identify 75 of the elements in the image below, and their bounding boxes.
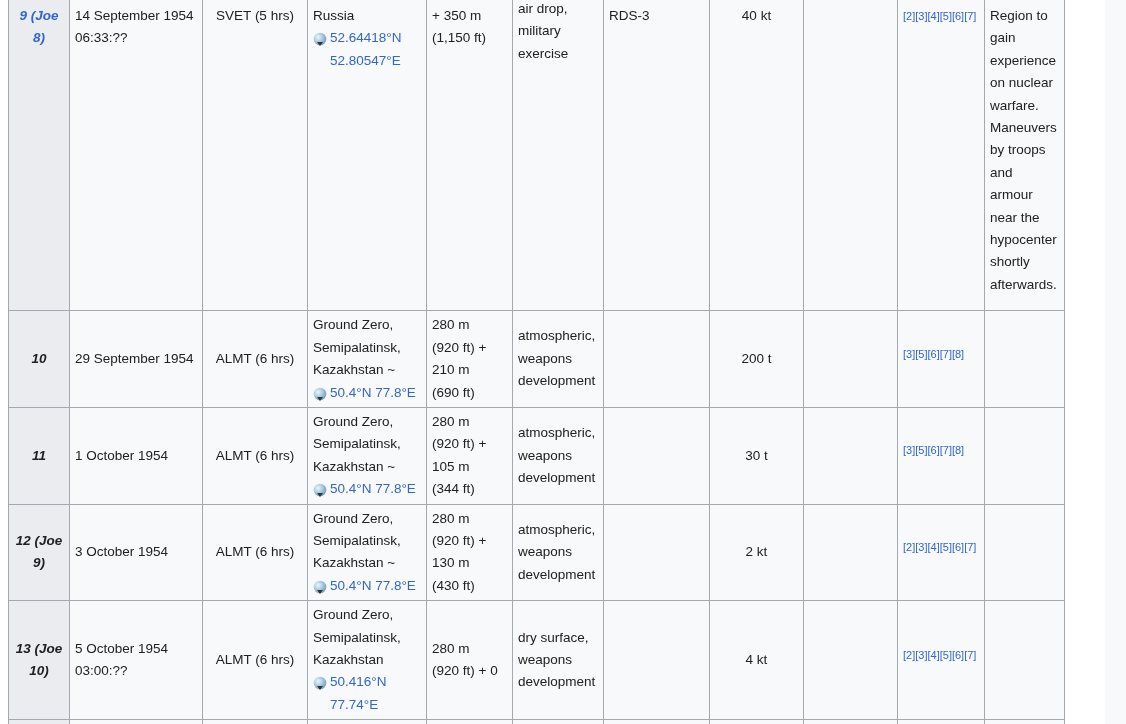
citation-link[interactable]: [5] <box>915 347 928 360</box>
citation-link[interactable]: [4] <box>927 540 940 553</box>
citation-link[interactable]: [7] <box>964 648 977 661</box>
yield-text: 2 kt <box>745 544 768 560</box>
citation-link[interactable]: [7] <box>939 444 952 457</box>
citation-link[interactable]: [7] <box>939 347 952 360</box>
test-number: 13 (Joe 10) <box>14 639 64 681</box>
date-text: 5 October 1954 03:00:?? <box>75 640 169 679</box>
elevation-text: 280 m (920 ft) + 210 m (690 ft) <box>432 317 487 400</box>
globe-icon <box>313 483 327 499</box>
citation-link[interactable]: [5] <box>939 10 952 22</box>
location-text: Ground Zero, Semipalatinsk, Kazakhstan <box>313 607 401 667</box>
citation-link[interactable]: [3] <box>915 648 928 661</box>
citation-link[interactable]: [2] <box>903 10 916 22</box>
time-zone-text: ALMT (6 hrs) <box>215 350 295 366</box>
coordinates-link[interactable]: 50.4°N 77.8°E <box>330 574 416 598</box>
test-number: 11 <box>31 446 47 465</box>
citation-link[interactable]: [3] <box>915 10 928 22</box>
coordinates-link[interactable]: 50.416°N 77.74°E <box>330 671 421 717</box>
globe-icon <box>313 676 327 692</box>
globe-icon <box>313 386 327 402</box>
location-text: Ground Zero, Semipalatinsk, Kazakhstan ~ <box>313 317 401 378</box>
time-zone-text: SVET (5 hrs) <box>216 8 294 23</box>
citation-link[interactable]: [7] <box>964 10 977 22</box>
elevation-text: 280 m (920 ft) + 105 m (344 ft) <box>432 413 487 497</box>
test-type-text: dry surface, weapons development <box>518 629 596 690</box>
citation-link[interactable]: [6] <box>951 648 965 661</box>
citation-link[interactable]: [6] <box>951 540 965 553</box>
citation-link[interactable]: [7] <box>964 540 977 553</box>
date-text: 29 September 1954 <box>75 350 194 366</box>
coordinates-link[interactable]: 52.64418°N 52.80547°E <box>330 27 421 73</box>
test-type-text: atmospheric, weapons development <box>518 521 596 582</box>
citation-link[interactable]: [5] <box>915 444 928 457</box>
device-text: RDS-3 <box>609 8 650 23</box>
yield-text: 4 kt <box>745 651 768 667</box>
citation-link[interactable]: [2] <box>903 648 916 661</box>
yield-text: 30 t <box>745 447 768 463</box>
yield-text: 40 kt <box>741 8 772 23</box>
elevation-text: 280 m (920 ft) + 0 <box>432 640 498 679</box>
coordinates-link[interactable]: 50.4°N 77.8°E <box>330 478 416 501</box>
citation-link[interactable]: [6] <box>927 444 940 457</box>
time-zone-text: ALMT (6 hrs) <box>215 447 295 463</box>
citation-link[interactable]: [2] <box>903 540 916 553</box>
location-text: Russia <box>313 8 355 23</box>
citation-link[interactable]: [8] <box>951 444 965 457</box>
test-number: 10 <box>30 349 48 368</box>
citation-link[interactable]: [8] <box>951 347 965 360</box>
location-text: Ground Zero, Semipalatinsk, Kazakhstan ~ <box>313 413 401 474</box>
elevation-text: 280 m (920 ft) + 130 m (430 ft) <box>432 510 487 593</box>
globe-icon <box>313 32 327 48</box>
citation-link[interactable]: [3] <box>903 444 916 457</box>
citation-link[interactable]: [4] <box>927 10 940 22</box>
location-text: Ground Zero, Semipalatinsk, Kazakhstan ~ <box>313 510 401 571</box>
time-zone-text: ALMT (6 hrs) <box>215 544 295 560</box>
notes-text: Region to gain experience on nuclear warfare. Maneuvers by troops and armour near the hypocenter shortly afterwards. <box>990 8 1057 292</box>
test-type-text: air drop, military exercise <box>518 1 569 61</box>
elevation-text: + 350 m (1,150 ft) <box>432 8 487 46</box>
citation-link[interactable]: [3] <box>915 540 928 553</box>
date-text: 14 September 1954 06:33:?? <box>75 8 194 46</box>
time-zone-text: ALMT (6 hrs) <box>215 651 295 667</box>
test-type-text: atmospheric, weapons development <box>518 425 596 485</box>
citation-link[interactable]: [5] <box>939 540 952 553</box>
coordinates-link[interactable]: 50.4°N 77.8°E <box>330 381 416 404</box>
citation-link[interactable]: [6] <box>951 10 965 22</box>
citation-link[interactable]: [3] <box>903 347 916 360</box>
globe-icon <box>313 579 327 595</box>
test-type-text: atmospheric, weapons development <box>518 328 596 389</box>
test-number: 12 (Joe 9) <box>14 531 64 573</box>
yield-text: 200 t <box>741 350 772 366</box>
citation-link[interactable]: [4] <box>927 648 940 661</box>
date-text: 1 October 1954 <box>75 447 169 463</box>
date-text: 3 October 1954 <box>75 544 169 560</box>
test-link[interactable]: 9 (Joe 8) <box>13 5 65 50</box>
citation-link[interactable]: [5] <box>939 648 952 661</box>
citation-link[interactable]: [6] <box>927 347 940 360</box>
